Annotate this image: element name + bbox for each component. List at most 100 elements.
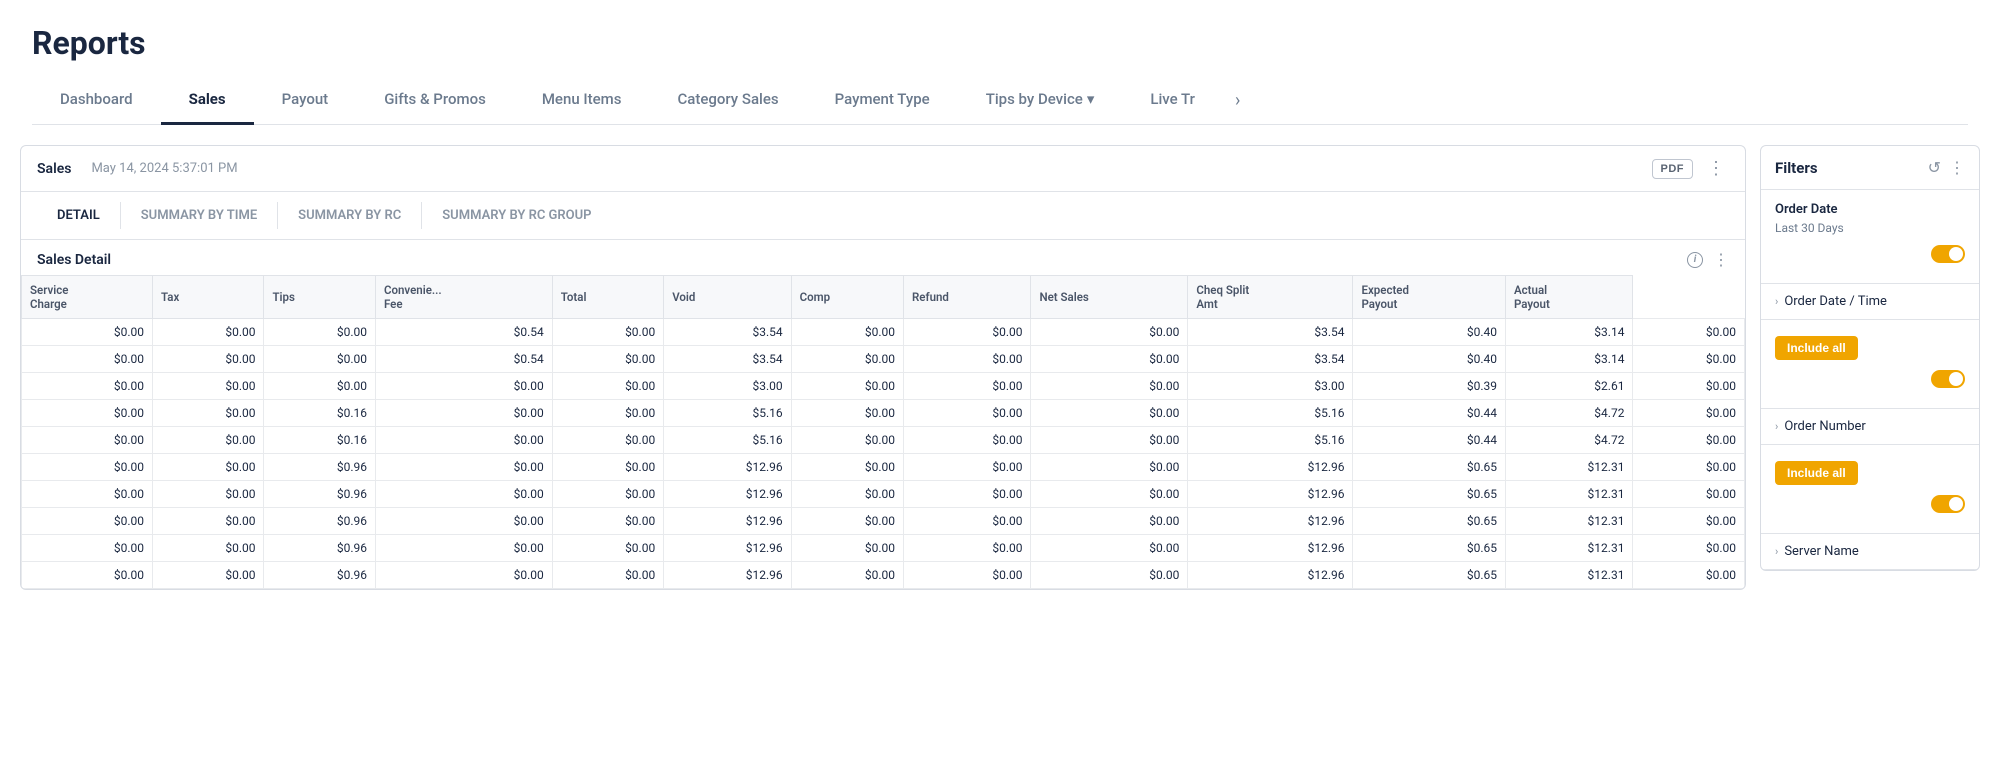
tab-menu-items[interactable]: Menu Items <box>514 80 650 125</box>
table-cell: $3.54 <box>1188 319 1353 346</box>
filter-order-date-time[interactable]: › Order Date / Time <box>1761 284 1979 320</box>
table-cell: $0.00 <box>1633 562 1745 589</box>
table-row: $0.00$0.00$0.00$0.54$0.00$3.54$0.00$0.00… <box>22 319 1745 346</box>
table-menu-button[interactable]: ⋮ <box>1713 250 1729 269</box>
table-cell: $0.00 <box>153 562 264 589</box>
table-cell: $0.00 <box>153 427 264 454</box>
info-icon: i <box>1687 252 1703 268</box>
table-cell: $0.00 <box>153 400 264 427</box>
table-cell: $0.00 <box>1633 346 1745 373</box>
toggle-order-date[interactable] <box>1931 245 1965 263</box>
pdf-button[interactable]: PDF <box>1652 159 1694 179</box>
table-cell: $12.96 <box>1188 454 1353 481</box>
filter-server-name-label: Server Name <box>1784 544 1859 559</box>
table-container: ServiceCharge Tax Tips Convenie...Fee To… <box>21 275 1745 589</box>
toggle-include-all-2[interactable] <box>1931 495 1965 513</box>
table-cell: $0.00 <box>791 508 903 535</box>
table-cell: $0.00 <box>791 454 903 481</box>
nav-more-button[interactable]: › <box>1223 80 1252 125</box>
table-cell: $3.00 <box>664 373 791 400</box>
tab-dashboard[interactable]: Dashboard <box>32 80 161 125</box>
sales-detail-table: ServiceCharge Tax Tips Convenie...Fee To… <box>21 275 1745 589</box>
toggle-include-all[interactable] <box>1931 370 1965 388</box>
table-cell: $3.14 <box>1505 319 1632 346</box>
table-cell: $0.16 <box>264 427 375 454</box>
filter-toggle-row-1 <box>1775 245 1965 263</box>
table-cell: $0.00 <box>903 400 1030 427</box>
table-cell: $0.00 <box>375 535 552 562</box>
table-row: $0.00$0.00$0.16$0.00$0.00$5.16$0.00$0.00… <box>22 427 1745 454</box>
filters-menu-button[interactable]: ⋮ <box>1949 158 1965 177</box>
table-section-title: Sales Detail <box>37 252 111 268</box>
col-tax: Tax <box>153 276 264 319</box>
table-row: $0.00$0.00$0.96$0.00$0.00$12.96$0.00$0.0… <box>22 562 1745 589</box>
table-cell: $0.00 <box>1633 481 1745 508</box>
table-cell: $0.00 <box>791 481 903 508</box>
col-cheq-split-amt: Cheq SplitAmt <box>1188 276 1353 319</box>
filter-order-date-title: Order Date <box>1775 202 1965 217</box>
table-cell: $0.00 <box>552 454 663 481</box>
table-cell: $0.00 <box>22 535 153 562</box>
table-cell: $0.00 <box>375 481 552 508</box>
table-cell: $0.00 <box>903 562 1030 589</box>
table-cell: $0.00 <box>153 319 264 346</box>
table-cell: $0.00 <box>552 400 663 427</box>
filter-include-all-2: Include all <box>1761 445 1979 534</box>
include-all-button-2[interactable]: Include all <box>1775 461 1858 485</box>
tab-payment-type[interactable]: Payment Type <box>807 80 958 125</box>
table-cell: $0.00 <box>22 346 153 373</box>
table-cell: $0.00 <box>375 400 552 427</box>
table-cell: $0.44 <box>1353 400 1506 427</box>
col-refund: Refund <box>903 276 1030 319</box>
report-header: Sales May 14, 2024 5:37:01 PM PDF ⋮ <box>21 146 1745 192</box>
tab-live-tr[interactable]: Live Tr <box>1122 80 1223 125</box>
tab-category-sales[interactable]: Category Sales <box>649 80 806 125</box>
table-cell: $0.00 <box>375 454 552 481</box>
sub-tab-summary-by-rc[interactable]: SUMMARY BY RC <box>278 202 422 229</box>
tab-gifts-promos[interactable]: Gifts & Promos <box>356 80 514 125</box>
sub-tab-summary-by-time[interactable]: SUMMARY BY TIME <box>121 202 278 229</box>
table-cell: $0.00 <box>903 373 1030 400</box>
table-cell: $0.00 <box>22 454 153 481</box>
filter-server-name[interactable]: › Server Name <box>1761 534 1979 570</box>
table-row: $0.00$0.00$0.96$0.00$0.00$12.96$0.00$0.0… <box>22 508 1745 535</box>
table-cell: $0.00 <box>264 346 375 373</box>
table-cell: $0.44 <box>1353 427 1506 454</box>
table-cell: $0.00 <box>1031 400 1188 427</box>
table-cell: $0.65 <box>1353 454 1506 481</box>
table-cell: $12.96 <box>664 508 791 535</box>
filter-order-number[interactable]: › Order Number <box>1761 409 1979 445</box>
table-cell: $0.65 <box>1353 481 1506 508</box>
table-cell: $0.00 <box>791 427 903 454</box>
table-cell: $12.31 <box>1505 508 1632 535</box>
table-cell: $12.96 <box>1188 562 1353 589</box>
sub-tabs: DETAIL SUMMARY BY TIME SUMMARY BY RC SUM… <box>21 192 1745 240</box>
main-content: Sales May 14, 2024 5:37:01 PM PDF ⋮ DETA… <box>0 125 2000 590</box>
table-cell: $0.00 <box>22 373 153 400</box>
table-cell: $5.16 <box>664 400 791 427</box>
sub-tab-detail[interactable]: DETAIL <box>37 202 121 229</box>
table-cell: $12.96 <box>1188 481 1353 508</box>
tab-sales[interactable]: Sales <box>161 80 254 125</box>
sub-tab-summary-by-rc-group[interactable]: SUMMARY BY RC GROUP <box>422 202 611 229</box>
report-menu-button[interactable]: ⋮ <box>1703 156 1729 181</box>
table-row: $0.00$0.00$0.96$0.00$0.00$12.96$0.00$0.0… <box>22 535 1745 562</box>
tab-payout[interactable]: Payout <box>254 80 357 125</box>
table-cell: $0.00 <box>903 346 1030 373</box>
table-cell: $0.00 <box>375 562 552 589</box>
filters-header-icons: ↺ ⋮ <box>1928 158 1965 177</box>
filter-order-date-value: Last 30 Days <box>1775 221 1965 235</box>
filters-reset-button[interactable]: ↺ <box>1928 158 1941 177</box>
table-row: $0.00$0.00$0.00$0.00$0.00$3.00$0.00$0.00… <box>22 373 1745 400</box>
include-all-button-1[interactable]: Include all <box>1775 336 1858 360</box>
table-cell: $3.54 <box>1188 346 1353 373</box>
table-cell: $0.00 <box>153 508 264 535</box>
col-expected-payout: ExpectedPayout <box>1353 276 1506 319</box>
header: Reports Dashboard Sales Payout Gifts & P… <box>0 0 2000 125</box>
table-cell: $0.00 <box>22 427 153 454</box>
table-cell: $0.00 <box>552 535 663 562</box>
tab-tips-by-device[interactable]: Tips by Device ▾ <box>958 80 1123 125</box>
table-cell: $0.00 <box>375 508 552 535</box>
nav-tabs: Dashboard Sales Payout Gifts & Promos Me… <box>32 80 1968 125</box>
table-cell: $12.96 <box>664 562 791 589</box>
